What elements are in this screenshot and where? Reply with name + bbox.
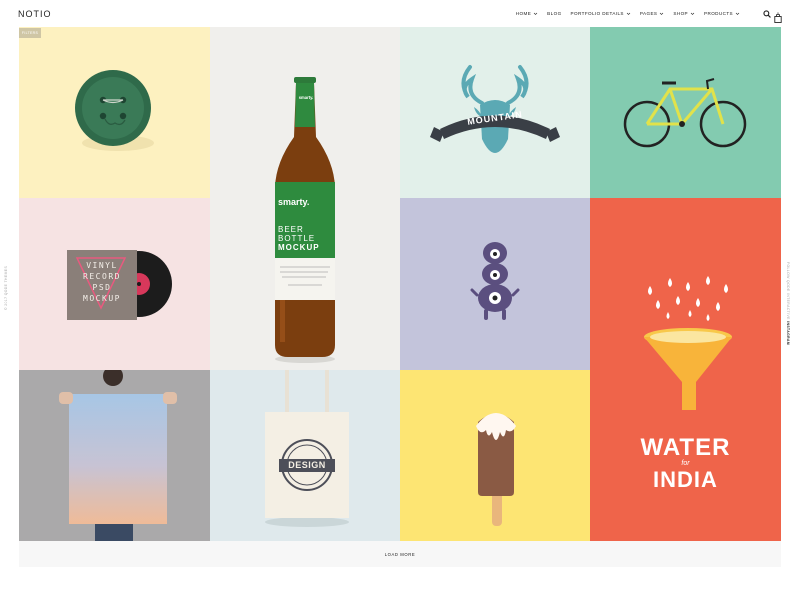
nav-item-label: BLOG xyxy=(547,11,562,16)
beer-line1: BEER xyxy=(278,225,304,234)
nav-item-products[interactable]: PRODUCTS xyxy=(704,11,740,16)
nav-item-shop[interactable]: SHOP xyxy=(673,11,695,16)
follow-label: FOLLOW QODE INTERACTIVE xyxy=(786,262,790,320)
person-holding-poster-illustration xyxy=(59,370,177,541)
portfolio-item-poster[interactable] xyxy=(19,370,210,541)
chevron-down-icon xyxy=(533,12,538,15)
ice-cream-illustration xyxy=(476,413,516,526)
portfolio-item-mountain[interactable]: MOUNTAIN xyxy=(400,27,590,198)
sewing-button-illustration xyxy=(75,70,154,151)
nav-item-label: HOME xyxy=(515,11,532,16)
portfolio-item-vinyl[interactable]: VINYL RECORD PSD MOCKUP xyxy=(19,198,210,370)
main-nav: HOME BLOG PORTFOLIO DETAILS PAGES SHOP P… xyxy=(516,11,740,16)
monster-illustration xyxy=(470,242,520,320)
portfolio-item-ice-cream[interactable] xyxy=(400,370,590,541)
portfolio-item-beer-bottle[interactable]: smarty. smarty. BEER BOTTLE MOCKUP xyxy=(210,27,400,370)
chevron-down-icon xyxy=(660,12,664,15)
portfolio-item-tote-bag[interactable]: DESIGN xyxy=(210,370,400,541)
nav-item-label: PAGES xyxy=(639,11,658,16)
nav-item-blog[interactable]: BLOG xyxy=(547,11,561,16)
follow-vertical[interactable]: FOLLOW QODE INTERACTIVE INSTAGRAM xyxy=(786,262,790,345)
filter-tag[interactable]: FILTERS xyxy=(19,28,41,38)
tote-bag-illustration xyxy=(265,370,349,527)
vinyl-line4: MOCKUP xyxy=(83,294,121,303)
design-label: DESIGN xyxy=(288,460,326,470)
nav-item-pages[interactable]: PAGES xyxy=(640,11,665,16)
instagram-link[interactable]: INSTAGRAM xyxy=(786,321,790,345)
search-icon[interactable] xyxy=(763,10,771,18)
vinyl-line1: VINYL xyxy=(86,261,118,270)
nav-item-label: PRODUCTS xyxy=(704,11,733,16)
chevron-down-icon xyxy=(626,12,631,15)
water-line3: INDIA xyxy=(653,467,718,492)
nav-item-label: PORTFOLIO DETAILS xyxy=(570,11,624,16)
water-line1: WATER xyxy=(640,434,731,461)
vinyl-line2: RECORD xyxy=(83,272,121,281)
portfolio-item-monster[interactable] xyxy=(400,198,590,370)
load-more-button[interactable]: LOAD MORE xyxy=(19,541,781,567)
bicycle-illustration xyxy=(623,78,747,148)
water-line2: for xyxy=(681,460,690,467)
beer-brand: smarty. xyxy=(278,197,310,207)
beer-line3: MOCKUP xyxy=(278,243,320,252)
portfolio-item-button[interactable] xyxy=(19,27,210,198)
chevron-down-icon xyxy=(690,12,695,15)
portfolio-item-water-india[interactable]: WATER for INDIA xyxy=(590,198,781,541)
nav-item-home[interactable]: HOME xyxy=(516,11,538,16)
site-header: NOTIO HOME BLOG PORTFOLIO DETAILS PAGES … xyxy=(0,0,800,27)
nav-item-label: SHOP xyxy=(673,11,689,16)
portfolio-grid: smarty. smarty. BEER BOTTLE MOCKUP MOUNT… xyxy=(19,27,781,541)
nav-item-portfolio-details[interactable]: PORTFOLIO DETAILS xyxy=(571,11,631,16)
chevron-down-icon xyxy=(735,12,740,15)
site-logo[interactable]: NOTIO xyxy=(18,9,52,19)
cart-count: 0 xyxy=(776,11,780,16)
beer-brand-top: smarty. xyxy=(298,95,314,100)
copyright-vertical: © 2017 QODE THEMES xyxy=(4,265,8,310)
vinyl-line3: PSD xyxy=(92,283,112,292)
shopping-bag-button[interactable]: 0 xyxy=(774,10,782,23)
beer-line2: BOTTLE xyxy=(278,234,316,243)
portfolio-item-bicycle[interactable] xyxy=(590,27,781,198)
